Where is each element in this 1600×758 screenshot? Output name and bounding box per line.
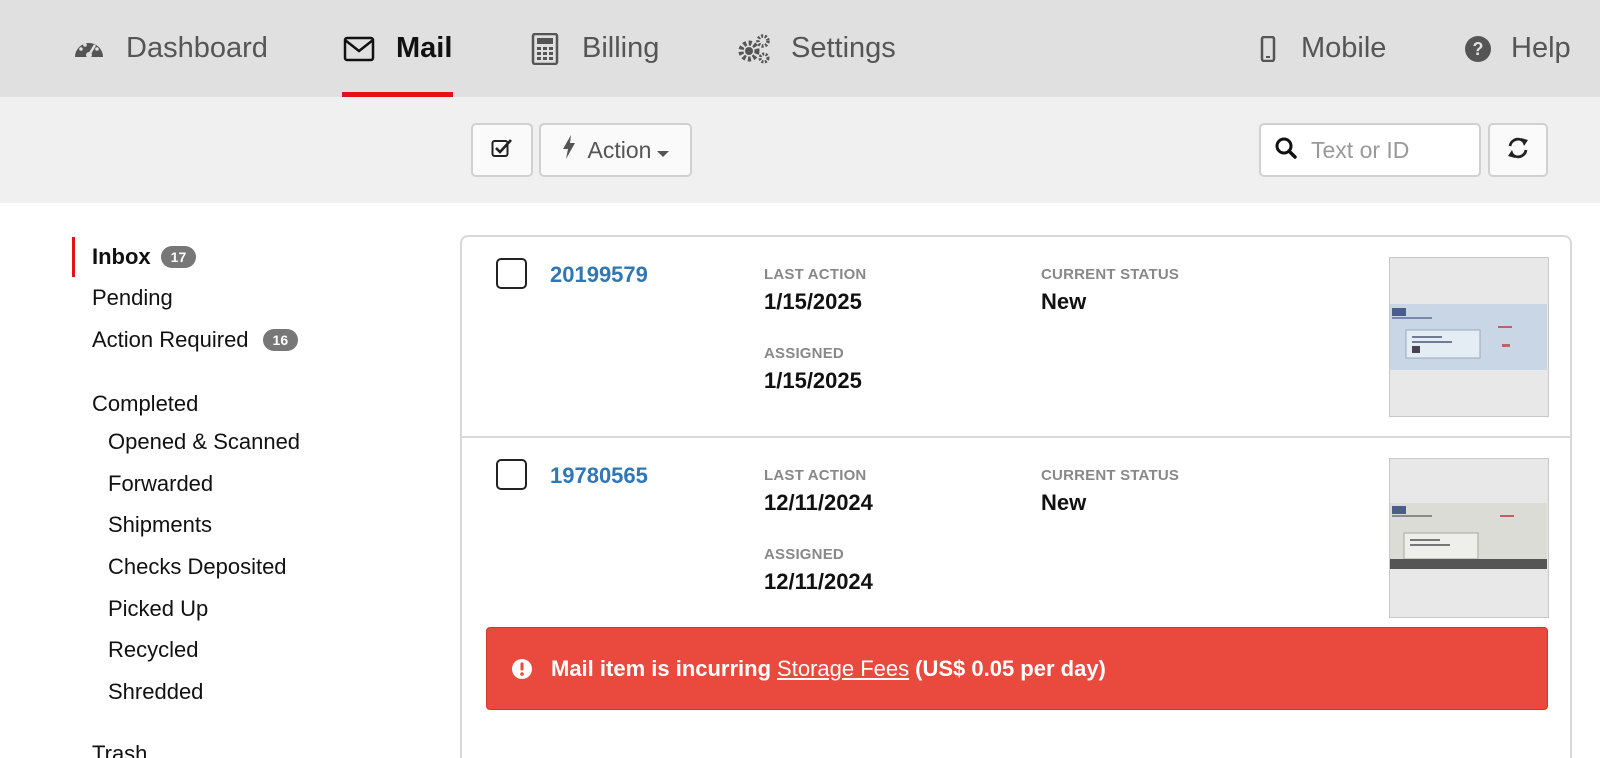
nav-billing-label: Billing [582,32,660,64]
nav-settings[interactable]: Settings [737,0,896,97]
item-id-link[interactable]: 20199579 [550,262,648,288]
caret-down-icon [657,137,670,164]
sidebar: Inbox 17 Pending Action Required 16 Comp… [0,203,440,758]
sidebar-item-picked-up[interactable]: Picked Up [108,593,208,625]
sidebar-item-label: Opened & Scanned [108,429,301,454]
sidebar-item-label: Completed [92,391,199,416]
assigned-value: 1/15/2025 [764,368,862,393]
question-circle-icon: ? [1461,32,1495,66]
nav-help[interactable]: ? Help [1461,0,1571,97]
sidebar-item-completed[interactable]: Completed [92,388,198,420]
sidebar-item-label: Checks Deposited [108,554,287,579]
search-box [1259,123,1481,177]
dashboard-gauge-icon [72,32,106,66]
mail-item-row: 19780565 LAST ACTION 12/11/2024 ASSIGNED… [462,436,1570,756]
action-label: Action [587,136,652,163]
svg-text:?: ? [1473,39,1484,59]
sidebar-item-inbox[interactable]: Inbox 17 [92,241,197,273]
item-checkbox[interactable] [496,258,527,289]
check-square-icon [491,138,513,163]
sidebar-item-action-required[interactable]: Action Required 16 [92,324,299,356]
mail-scan-thumbnail[interactable] [1389,458,1549,618]
sidebar-item-recycled[interactable]: Recycled [108,634,198,666]
storage-fees-link[interactable]: Storage Fees [777,656,909,682]
alert-prefix-text: Mail item is incurring [551,655,772,681]
nav-mobile[interactable]: Mobile [1251,0,1386,97]
nav-mail[interactable]: Mail [342,0,452,97]
assigned-value: 12/11/2024 [764,569,873,594]
last-action-label: LAST ACTION [764,467,867,484]
nav-billing[interactable]: Billing [528,0,659,97]
refresh-button[interactable] [1488,123,1548,177]
sidebar-item-label: Forwarded [108,471,214,496]
assigned-label: ASSIGNED [764,546,844,563]
nav-mobile-label: Mobile [1301,32,1387,64]
item-checkbox[interactable] [496,459,527,490]
sidebar-active-indicator [72,237,75,277]
toolbar: Action [0,97,1600,203]
storage-fee-alert: Mail item is incurring Storage Fees (US$… [486,627,1548,710]
item-id-link[interactable]: 19780565 [550,463,648,489]
last-action-value: 1/15/2025 [764,289,862,314]
sidebar-item-label: Shredded [108,679,204,704]
nav-dashboard[interactable]: Dashboard [72,0,268,97]
mobile-phone-icon [1251,32,1285,66]
last-action-value: 12/11/2024 [764,490,873,515]
sidebar-item-shipments[interactable]: Shipments [108,509,212,541]
nav-settings-label: Settings [791,32,896,64]
mail-item-list: 20199579 LAST ACTION 1/15/2025 ASSIGNED … [460,235,1572,758]
sidebar-item-label: Recycled [108,637,199,662]
refresh-icon [1507,137,1529,164]
sidebar-item-label: Action Required [92,327,249,352]
top-navigation: Dashboard Mail Billing Settings Mobile ?… [0,0,1600,97]
inbox-count-badge: 17 [160,246,197,268]
search-icon [1275,137,1297,164]
nav-help-label: Help [1511,32,1571,64]
sidebar-item-label: Inbox [92,244,151,269]
envelope-scan-image [1390,503,1547,569]
exclamation-circle-icon [511,658,533,680]
sidebar-item-checks-deposited[interactable]: Checks Deposited [108,551,287,583]
sidebar-item-label: Trash [92,741,148,758]
calculator-icon [528,32,562,66]
select-all-button[interactable] [471,123,533,177]
mail-item-row: 20199579 LAST ACTION 1/15/2025 ASSIGNED … [462,237,1570,436]
action-required-count-badge: 16 [262,329,299,351]
envelope-icon [342,32,376,66]
current-status-value: New [1041,490,1087,515]
sidebar-item-label: Picked Up [108,596,209,621]
gears-icon [737,32,771,66]
current-status-value: New [1041,289,1087,314]
bolt-icon [562,135,576,165]
sidebar-item-label: Pending [92,285,173,310]
search-input[interactable] [1311,136,1461,164]
last-action-label: LAST ACTION [764,266,867,283]
sidebar-item-opened-scanned[interactable]: Opened & Scanned [108,426,300,458]
nav-dashboard-label: Dashboard [126,32,268,64]
envelope-scan-image [1390,304,1547,370]
sidebar-item-trash[interactable]: Trash [92,738,147,758]
current-status-label: CURRENT STATUS [1041,467,1180,484]
assigned-label: ASSIGNED [764,345,844,362]
nav-mail-label: Mail [396,32,453,64]
sidebar-item-pending[interactable]: Pending [92,282,173,314]
sidebar-item-label: Shipments [108,512,212,537]
sidebar-item-shredded[interactable]: Shredded [108,676,203,708]
sidebar-item-forwarded[interactable]: Forwarded [108,468,213,500]
alert-suffix-text: (US$ 0.05 per day) [915,655,1106,681]
current-status-label: CURRENT STATUS [1041,266,1180,283]
mail-scan-thumbnail[interactable] [1389,257,1549,417]
action-dropdown-button[interactable]: Action [539,123,692,177]
